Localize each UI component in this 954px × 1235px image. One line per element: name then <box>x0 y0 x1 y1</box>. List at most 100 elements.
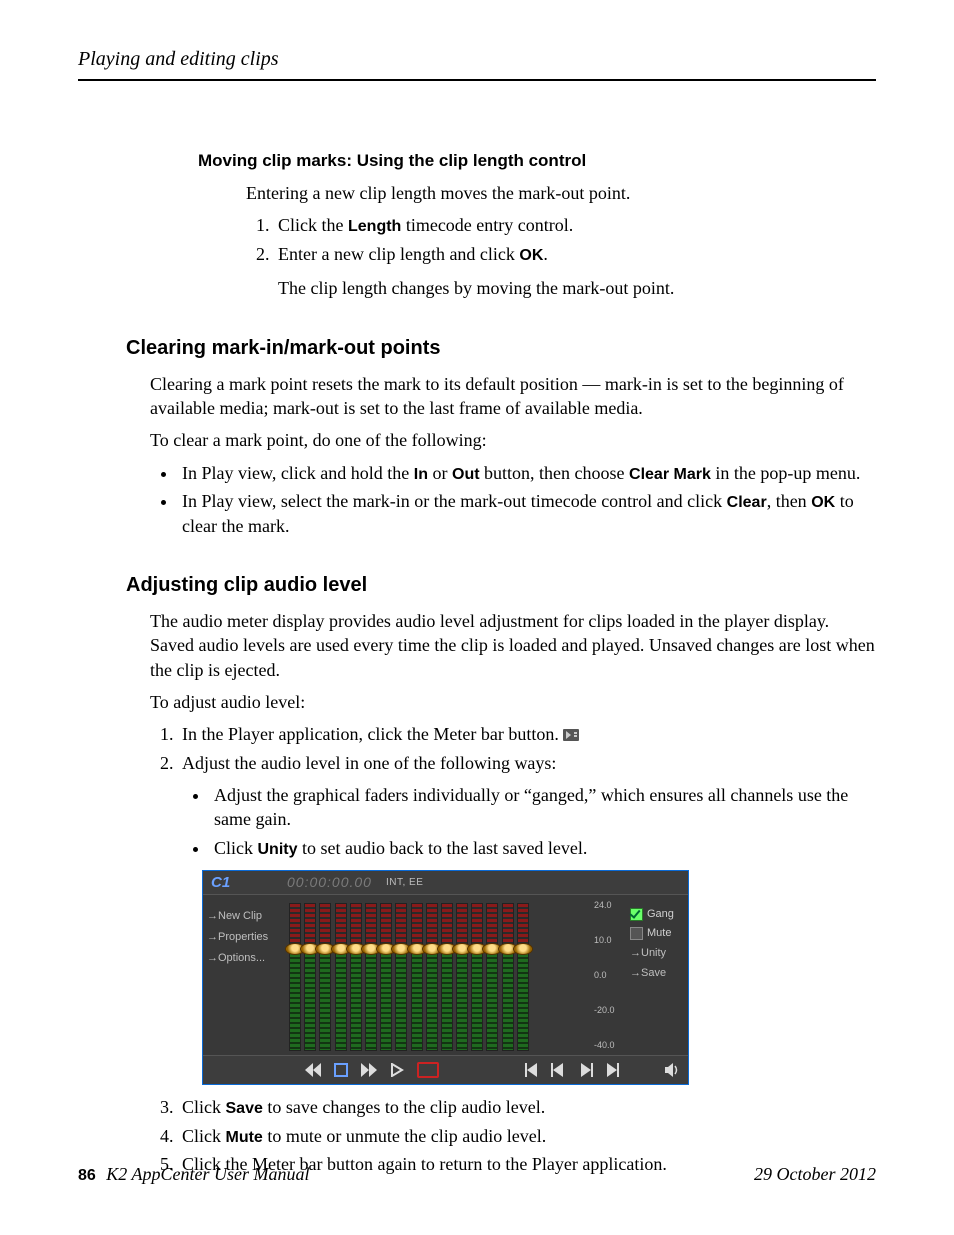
link-options[interactable]: →Options... <box>207 951 281 966</box>
step-back-icon[interactable] <box>550 1063 566 1077</box>
ui-out: Out <box>452 466 480 483</box>
ui-clear: Clear <box>727 494 767 511</box>
ui-length: Length <box>348 218 401 235</box>
scale-neg20: -20.0 <box>594 1004 624 1016</box>
shot-titlebar: C1 00:00:00.00 INT, EE <box>203 871 688 895</box>
scale-24: 24.0 <box>594 899 624 911</box>
txt: Adjust the audio level in one of the fol… <box>182 753 556 773</box>
s1-step1: Click the Length timecode entry control. <box>274 213 876 238</box>
meter-12[interactable] <box>456 903 468 1051</box>
s3-sub-b: Click Unity to set audio back to the las… <box>210 836 876 861</box>
s2-p2: To clear a mark point, do one of the fol… <box>150 428 876 452</box>
meter-bank <box>285 895 594 1055</box>
ui-mute: Mute <box>226 1129 263 1146</box>
ui-clear-mark: Clear Mark <box>629 466 711 483</box>
ui-ok: OK <box>519 247 543 264</box>
ui-unity: Unity <box>258 841 298 858</box>
meter-11[interactable] <box>441 903 453 1051</box>
txt: to set audio back to the last saved leve… <box>298 838 588 858</box>
s2-b2: In Play view, select the mark-in or the … <box>178 489 876 538</box>
shot-sidebar: →New Clip →Properties →Options... <box>203 895 285 1055</box>
meter-bar-icon <box>563 729 579 741</box>
audio-meter-screenshot: C1 00:00:00.00 INT, EE →New Clip →Proper… <box>202 870 689 1085</box>
heading-clearing-marks: Clearing mark-in/mark-out points <box>126 337 876 360</box>
ui-save: Save <box>226 1100 263 1117</box>
record-icon[interactable] <box>417 1062 439 1078</box>
meter-7[interactable] <box>380 903 392 1051</box>
mode-label: INT, EE <box>386 876 423 890</box>
txt: . <box>543 244 548 264</box>
txt: button, then choose <box>480 463 629 483</box>
channel-label: C1 <box>211 873 287 893</box>
link-unity[interactable]: →Unity <box>630 946 682 961</box>
scale-0: 0.0 <box>594 969 624 981</box>
meter-15[interactable] <box>502 903 514 1051</box>
label-gang: Gang <box>647 907 674 922</box>
meter-16[interactable] <box>517 903 529 1051</box>
link-save[interactable]: →Save <box>630 966 682 981</box>
txt: , then <box>767 491 812 511</box>
meter-8[interactable] <box>395 903 407 1051</box>
meter-2[interactable] <box>304 903 316 1051</box>
s3-step4: Click Mute to mute or unmute the clip au… <box>178 1124 876 1149</box>
s1-result: The clip length changes by moving the ma… <box>278 276 876 300</box>
scale-10: 10.0 <box>594 934 624 946</box>
skip-start-icon[interactable] <box>522 1063 538 1077</box>
txt: In Play view, select the mark-in or the … <box>182 491 727 511</box>
running-head: Playing and editing clips <box>78 48 876 71</box>
txt: Click <box>214 838 258 858</box>
step-forward-icon[interactable] <box>578 1063 594 1077</box>
page-footer: 86 K2 AppCenter User Manual 29 October 2… <box>78 1164 876 1185</box>
page-number: 86 <box>78 1167 96 1184</box>
s3-step2: Adjust the audio level in one of the fol… <box>178 751 876 1085</box>
link-properties[interactable]: →Properties <box>207 930 281 945</box>
fader-knob[interactable] <box>513 943 533 955</box>
ui-ok2: OK <box>811 494 835 511</box>
checkbox-gang[interactable] <box>630 908 643 921</box>
txt: Click the <box>278 215 348 235</box>
txt: timecode entry control. <box>401 215 573 235</box>
s3-p2: To adjust audio level: <box>150 690 876 714</box>
s2-b1: In Play view, click and hold the In or O… <box>178 461 876 486</box>
meter-6[interactable] <box>365 903 377 1051</box>
txt: Click <box>182 1126 226 1146</box>
txt: to save changes to the clip audio level. <box>263 1097 545 1117</box>
s3-step3: Click Save to save changes to the clip a… <box>178 1095 876 1120</box>
shot-right-panel: Gang Mute →Unity →Save <box>624 895 688 1055</box>
meter-4[interactable] <box>335 903 347 1051</box>
ui-in: In <box>414 466 428 483</box>
heading-moving-clip-marks: Moving clip marks: Using the clip length… <box>198 151 876 171</box>
s3-sub-a: Adjust the graphical faders individually… <box>210 783 876 832</box>
txt: In the Player application, click the Met… <box>182 724 563 744</box>
meter-5[interactable] <box>350 903 362 1051</box>
s3-step1: In the Player application, click the Met… <box>178 722 876 746</box>
heading-adjust-audio: Adjusting clip audio level <box>126 574 876 597</box>
timecode-display: 00:00:00.00 <box>287 873 372 892</box>
meter-1[interactable] <box>289 903 301 1051</box>
skip-end-icon[interactable] <box>606 1063 622 1077</box>
stop-icon[interactable] <box>333 1063 349 1077</box>
s1-intro: Entering a new clip length moves the mar… <box>246 181 876 205</box>
txt: In Play view, click and hold the <box>182 463 414 483</box>
fast-forward-icon[interactable] <box>361 1063 377 1077</box>
s3-p1: The audio meter display provides audio l… <box>150 609 876 682</box>
s2-p1: Clearing a mark point resets the mark to… <box>150 372 876 421</box>
txt: Click <box>182 1097 226 1117</box>
txt: or <box>428 463 452 483</box>
meter-13[interactable] <box>471 903 483 1051</box>
meter-9[interactable] <box>411 903 423 1051</box>
meter-3[interactable] <box>319 903 331 1051</box>
transport-bar <box>203 1055 688 1084</box>
play-icon[interactable] <box>389 1063 405 1077</box>
checkbox-mute[interactable] <box>630 927 643 940</box>
meter-14[interactable] <box>486 903 498 1051</box>
label-mute: Mute <box>647 926 671 941</box>
link-new-clip[interactable]: →New Clip <box>207 909 281 924</box>
meter-10[interactable] <box>426 903 438 1051</box>
manual-title: K2 AppCenter User Manual <box>106 1164 309 1184</box>
meter-scale: 24.0 10.0 0.0 -20.0 -40.0 <box>594 895 624 1055</box>
rewind-icon[interactable] <box>305 1063 321 1077</box>
s1-step2: Enter a new clip length and click OK. Th… <box>274 242 876 301</box>
speaker-icon[interactable] <box>664 1063 680 1077</box>
txt: to mute or unmute the clip audio level. <box>263 1126 546 1146</box>
